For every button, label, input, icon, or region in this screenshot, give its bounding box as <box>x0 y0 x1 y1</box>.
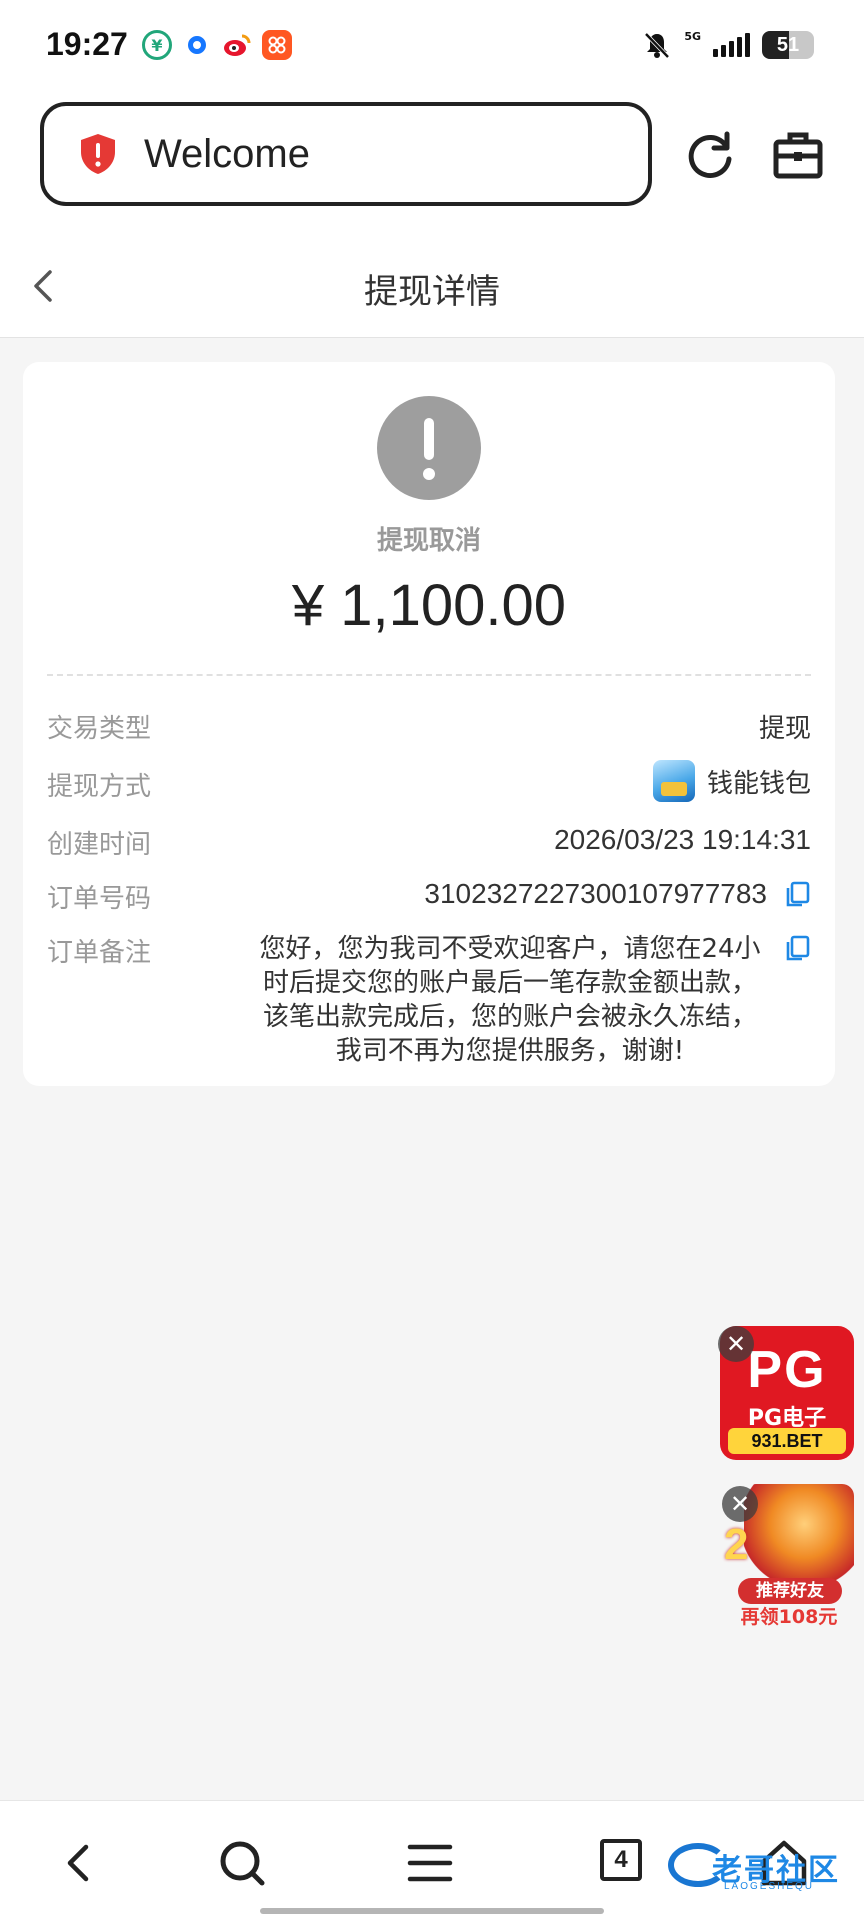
close-ad-button[interactable]: ✕ <box>718 1326 754 1362</box>
network-type: 5G <box>684 30 701 43</box>
watermark-subtext: LAOGESHEQU <box>724 1881 815 1892</box>
app-icon-blue-circle <box>182 30 212 60</box>
row-label: 交易类型 <box>47 714 152 744</box>
weibo-icon <box>222 30 252 60</box>
referral-bonus: 再领108元 <box>740 1606 838 1628</box>
remark-text: 您好，您为我司不受欢迎客户，请您在24小时后提交您的账户最后一笔存款金额出款，该… <box>259 934 761 1066</box>
order-number: 3102327227300107977783 <box>424 878 767 909</box>
reload-icon[interactable] <box>680 126 740 186</box>
status-time: 19:27 <box>46 26 128 62</box>
status-indicators: 5G 51 <box>642 30 814 60</box>
browser-toolbar: Welcome <box>0 92 864 234</box>
wallet-logo-icon <box>652 760 695 802</box>
copy-icon[interactable] <box>783 880 811 908</box>
amount: ¥ 1,100.00 <box>291 573 567 638</box>
row-value: 2026/03/23 19:14:31 <box>554 824 811 855</box>
row-created-time: 创建时间 2026/03/23 19:14:31 <box>47 824 811 864</box>
method-value: 钱能钱包 <box>652 760 811 802</box>
watermark-logo: 老哥社区 LAOGESHEQU <box>668 1835 858 1895</box>
row-order-remark: 订单备注 您好，您为我司不受欢迎客户，请您在24小时后提交您的账户最后一笔存款金… <box>47 932 811 1072</box>
notification-icons: ¥ <box>142 30 292 60</box>
menu-icon[interactable] <box>402 1835 458 1891</box>
toolbox-icon[interactable] <box>768 126 828 186</box>
app-icon-green: ¥ <box>142 30 172 60</box>
referral-number: 2 <box>724 1520 749 1569</box>
mascot-image <box>744 1484 854 1584</box>
row-label: 创建时间 <box>47 830 152 860</box>
method-name: 钱能钱包 <box>706 768 811 799</box>
shield-alert-icon <box>81 134 115 174</box>
page-title: 提现详情 <box>364 272 500 312</box>
row-withdraw-method: 提现方式 钱能钱包 <box>47 760 811 808</box>
home-indicator[interactable] <box>260 1908 604 1914</box>
nav-back-icon[interactable] <box>52 1835 108 1891</box>
status-bar: 19:27 ¥ 5G 51 <box>0 0 864 92</box>
search-icon[interactable] <box>214 1835 270 1891</box>
tabs-button[interactable]: 4 <box>600 1839 642 1881</box>
address-bar[interactable]: Welcome <box>40 102 652 206</box>
bell-muted-icon <box>644 32 670 59</box>
row-order-number: 订单号码 3102327227300107977783 <box>47 878 811 918</box>
battery-icon: 51 <box>762 31 814 59</box>
page-header: 提现详情 <box>0 234 864 338</box>
referral-tag: 推荐好友 <box>738 1578 842 1604</box>
exclamation-icon <box>377 396 481 500</box>
signal-icon <box>713 33 750 57</box>
row-label: 订单号码 <box>47 884 152 914</box>
row-transaction-type: 交易类型 提现 <box>47 708 811 748</box>
row-label: 订单备注 <box>47 938 152 968</box>
url-text[interactable]: Welcome <box>144 132 310 177</box>
copy-icon[interactable] <box>783 934 811 962</box>
close-ad-button[interactable]: ✕ <box>722 1486 758 1522</box>
browser-bottom-nav: 4 老哥社区 LAOGESHEQU <box>0 1800 864 1920</box>
status-text: 提现取消 <box>376 526 481 556</box>
row-value: 提现 <box>758 714 811 744</box>
pg-domain: 931.BET <box>728 1428 846 1454</box>
divider <box>47 674 811 676</box>
battery-level: 51 <box>776 33 800 56</box>
withdrawal-detail-card: 提现取消 ¥ 1,100.00 交易类型 提现 提现方式 钱能钱包 创建时间 2… <box>23 362 835 1086</box>
row-label: 提现方式 <box>47 772 152 802</box>
orange-app-icon <box>262 30 292 60</box>
